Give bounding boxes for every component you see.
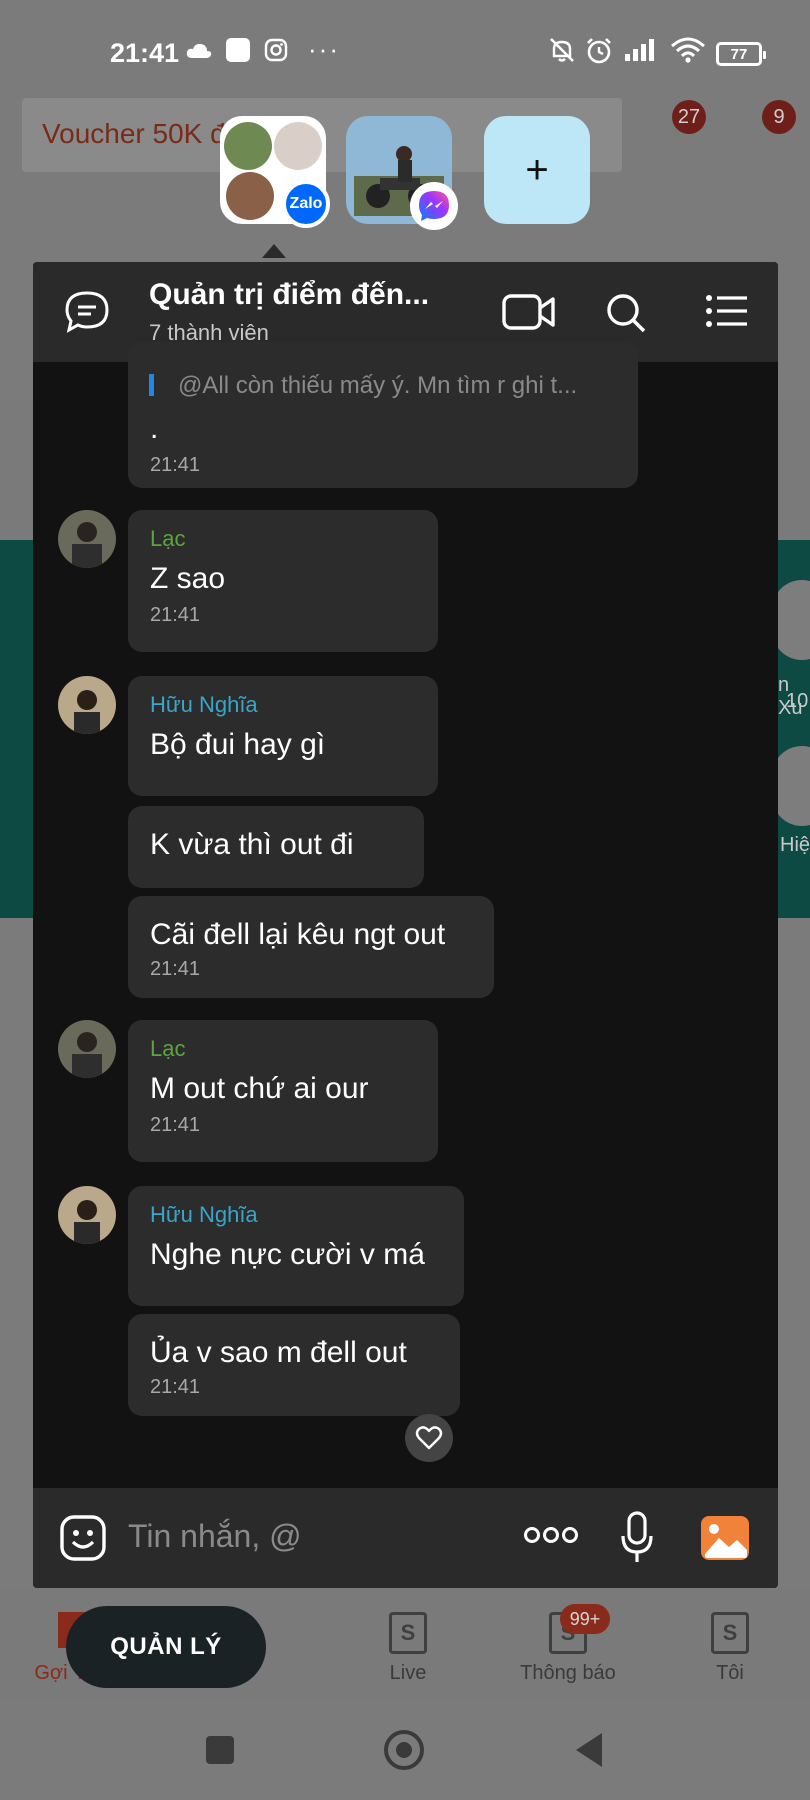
messenger-chat-bubble[interactable] xyxy=(346,116,458,230)
message-time: 21:41 xyxy=(150,454,201,476)
bubble-pointer xyxy=(262,244,286,258)
message-input[interactable]: Tin nhắn, @ xyxy=(128,1518,302,1555)
bell-muted-icon xyxy=(550,38,574,62)
zalo-logo-icon: Zalo xyxy=(282,180,330,228)
heart-icon xyxy=(415,1426,443,1450)
message-list[interactable]: @All còn thiếu mấy ý. Mn tìm r ghi t... … xyxy=(33,342,778,1488)
recent-apps-button[interactable] xyxy=(206,1736,234,1764)
message-bubble[interactable]: Ủa v sao m đell out 21:41 xyxy=(128,1314,460,1416)
status-bar: 21:41 ··· 77 xyxy=(0,30,810,74)
message-time: 21:41 xyxy=(150,604,201,626)
wifi-icon xyxy=(671,37,705,63)
emoji-sticker-icon[interactable] xyxy=(59,1514,107,1562)
cloud-icon xyxy=(186,43,212,58)
quoted-text: @All còn thiếu mấy ý. Mn tìm r ghi t... xyxy=(178,372,578,399)
voucher-text: Voucher 50K đ xyxy=(42,118,226,149)
microphone-icon[interactable] xyxy=(619,1510,655,1566)
react-heart-button[interactable] xyxy=(405,1414,453,1462)
menu-list-icon[interactable] xyxy=(705,294,749,328)
notification-badge: 99+ xyxy=(560,1604,610,1634)
sender-name: Hữu Nghĩa xyxy=(150,1202,258,1227)
add-bubble-button[interactable]: + xyxy=(484,116,590,224)
back-button[interactable] xyxy=(576,1733,602,1767)
manage-button[interactable]: QUẢN LÝ xyxy=(66,1606,266,1688)
message-bubble[interactable]: Cãi đell lại kêu ngt out 21:41 xyxy=(128,896,494,998)
shopee-bag-icon: S xyxy=(389,1612,427,1654)
message-bubble[interactable]: Lạc M out chứ ai our 21:41 xyxy=(128,1020,438,1162)
chat-badge: 9 xyxy=(762,100,796,134)
avatar[interactable] xyxy=(58,1186,116,1244)
message-text: Ủa v sao m đell out xyxy=(150,1336,407,1369)
message-time: 21:41 xyxy=(150,958,201,980)
message-bubble[interactable]: K vừa thì out đi xyxy=(128,806,424,888)
message-composer: Tin nhắn, @ xyxy=(33,1488,778,1588)
status-time: 21:41 xyxy=(110,38,180,68)
cart-badge: 27 xyxy=(672,100,706,134)
signal-icon xyxy=(625,39,654,61)
zalo-chat-bubble[interactable]: Zalo xyxy=(220,116,330,228)
message-text: Z sao xyxy=(150,562,226,595)
group-member-avatar xyxy=(274,122,322,170)
shopee-bag-icon: S xyxy=(711,1612,749,1654)
promo-text: Hiệ xyxy=(780,834,810,856)
avatar[interactable] xyxy=(58,1020,116,1078)
message-text: Nghe nực cười v má xyxy=(150,1238,425,1271)
chat-title[interactable]: Quản trị điểm đến... xyxy=(149,278,449,312)
nav-label: Thông báo xyxy=(520,1662,616,1684)
sender-name: Lạc xyxy=(150,1036,186,1061)
message-time: 21:41 xyxy=(150,1376,201,1398)
more-dots-icon: ··· xyxy=(308,34,340,64)
video-call-icon[interactable] xyxy=(501,292,557,332)
messenger-logo-icon xyxy=(410,182,458,230)
nav-me: S Tôi xyxy=(660,1612,800,1685)
more-options-icon[interactable] xyxy=(523,1526,579,1544)
nav-label: Live xyxy=(389,1662,427,1684)
message-text: M out chứ ai our xyxy=(150,1072,369,1105)
promo-text: 10 xyxy=(786,690,809,712)
message-bubble[interactable]: Lạc Z sao 21:41 xyxy=(128,510,438,652)
message-bubble[interactable]: Hữu Nghĩa Nghe nực cười v má xyxy=(128,1186,464,1306)
group-member-avatar xyxy=(226,172,274,220)
message-bubble[interactable]: @All còn thiếu mấy ý. Mn tìm r ghi t... … xyxy=(128,342,638,488)
sender-name: Lạc xyxy=(150,526,186,551)
message-bubble[interactable]: Hữu Nghĩa Bộ đui hay gì xyxy=(128,676,438,796)
avatar[interactable] xyxy=(58,510,116,568)
battery-icon: 77 xyxy=(716,42,766,66)
image-gallery-icon[interactable] xyxy=(699,1514,751,1562)
instagram-icon xyxy=(264,38,288,62)
message-text: . xyxy=(150,412,159,445)
nav-live: S Live xyxy=(338,1612,478,1685)
nav-label: Tôi xyxy=(716,1662,744,1684)
search-icon[interactable] xyxy=(605,292,647,334)
message-text: Bộ đui hay gì xyxy=(150,728,326,761)
home-button[interactable] xyxy=(384,1730,424,1770)
quote-bar xyxy=(149,374,154,396)
group-member-avatar xyxy=(224,122,272,170)
avatar[interactable] xyxy=(58,676,116,734)
message-text: K vừa thì out đi xyxy=(150,828,354,861)
message-text: Cãi đell lại kêu ngt out xyxy=(150,918,446,951)
chat-window: Quản trị điểm đến... 7 thành viên @All c… xyxy=(33,262,778,1588)
alarm-icon xyxy=(587,38,611,64)
sender-name: Hữu Nghĩa xyxy=(150,692,258,717)
app-square-icon xyxy=(226,38,250,62)
chat-list-icon[interactable] xyxy=(63,290,111,334)
message-time: 21:41 xyxy=(150,1114,201,1136)
